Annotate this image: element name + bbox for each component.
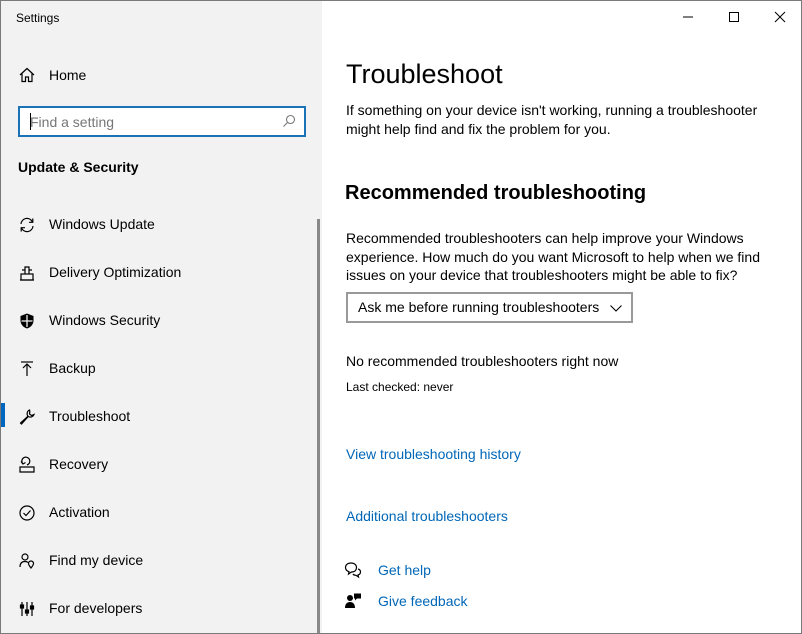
section-title: Update & Security bbox=[18, 159, 139, 175]
minimize-button[interactable] bbox=[665, 1, 711, 33]
maximize-icon bbox=[729, 12, 739, 22]
person-location-icon bbox=[18, 552, 36, 570]
sidebar-item-home[interactable]: Home bbox=[1, 57, 322, 93]
recovery-icon bbox=[18, 456, 36, 474]
sidebar-item-label: Troubleshoot bbox=[49, 408, 131, 424]
sidebar-item-label: For developers bbox=[49, 600, 143, 616]
maximize-button[interactable] bbox=[711, 1, 757, 33]
home-icon bbox=[18, 66, 36, 84]
get-help-label: Get help bbox=[378, 562, 431, 578]
sidebar-item-backup[interactable]: Backup bbox=[1, 349, 317, 389]
status-text: No recommended troubleshooters right now bbox=[346, 353, 619, 369]
give-feedback-link[interactable]: Give feedback bbox=[344, 591, 544, 613]
shield-icon bbox=[18, 312, 36, 330]
sidebar-item-for-developers[interactable]: For developers bbox=[1, 589, 317, 629]
sidebar: Settings Home Update & Security bbox=[1, 1, 322, 633]
give-feedback-label: Give feedback bbox=[378, 593, 468, 609]
recommended-description: Recommended troubleshooters can help imp… bbox=[346, 230, 760, 283]
backup-arrow-icon bbox=[18, 360, 36, 378]
close-icon bbox=[774, 11, 786, 23]
intro-text: If something on your device isn't workin… bbox=[346, 102, 758, 137]
sidebar-item-recovery[interactable]: Recovery bbox=[1, 445, 317, 485]
troubleshoot-preference-dropdown[interactable]: Ask me before running troubleshooters bbox=[346, 292, 633, 323]
sidebar-item-label: Backup bbox=[49, 360, 96, 376]
app-title: Settings bbox=[16, 11, 60, 25]
sidebar-item-label: Delivery Optimization bbox=[49, 264, 182, 280]
view-history-link[interactable]: View troubleshooting history bbox=[346, 446, 521, 462]
wrench-icon bbox=[18, 408, 36, 426]
selection-indicator bbox=[1, 403, 5, 427]
sidebar-item-label: Windows Security bbox=[49, 312, 161, 328]
delivery-optimization-icon bbox=[18, 264, 36, 282]
sidebar-item-troubleshoot[interactable]: Troubleshoot bbox=[1, 397, 317, 437]
last-checked-text: Last checked: never bbox=[346, 380, 454, 394]
check-circle-icon bbox=[18, 504, 36, 522]
sidebar-item-delivery-optimization[interactable]: Delivery Optimization bbox=[1, 253, 317, 293]
sidebar-item-label: Activation bbox=[49, 504, 110, 520]
dropdown-value: Ask me before running troubleshooters bbox=[358, 299, 600, 315]
chevron-down-icon bbox=[609, 301, 623, 315]
sidebar-item-find-my-device[interactable]: Find my device bbox=[1, 541, 317, 581]
sidebar-item-activation[interactable]: Activation bbox=[1, 493, 317, 533]
search-input[interactable] bbox=[20, 108, 270, 135]
minimize-icon bbox=[683, 16, 693, 18]
sidebar-item-label: Windows Update bbox=[49, 216, 155, 232]
page-title: Troubleshoot bbox=[346, 59, 503, 89]
get-help-link[interactable]: Get help bbox=[344, 560, 544, 582]
sidebar-item-label: Home bbox=[49, 67, 87, 83]
sync-icon bbox=[18, 216, 36, 234]
search-icon[interactable] bbox=[282, 114, 296, 128]
sidebar-item-windows-update[interactable]: Windows Update bbox=[1, 205, 317, 245]
chat-help-icon bbox=[344, 561, 362, 579]
feedback-person-icon bbox=[344, 592, 362, 610]
sidebar-item-label: Find my device bbox=[49, 552, 144, 568]
close-button[interactable] bbox=[757, 1, 801, 33]
recommended-heading: Recommended troubleshooting bbox=[345, 182, 647, 204]
developer-sliders-icon bbox=[18, 600, 36, 618]
search-box[interactable] bbox=[18, 106, 306, 137]
text-caret bbox=[30, 113, 31, 130]
additional-troubleshooters-link[interactable]: Additional troubleshooters bbox=[346, 508, 508, 524]
main-content: Troubleshoot If something on your device… bbox=[322, 1, 801, 633]
sidebar-scrollbar[interactable] bbox=[317, 219, 320, 633]
sidebar-item-label: Recovery bbox=[49, 456, 109, 472]
sidebar-item-windows-security[interactable]: Windows Security bbox=[1, 301, 317, 341]
settings-window: Settings Home Update & Security bbox=[0, 0, 802, 634]
